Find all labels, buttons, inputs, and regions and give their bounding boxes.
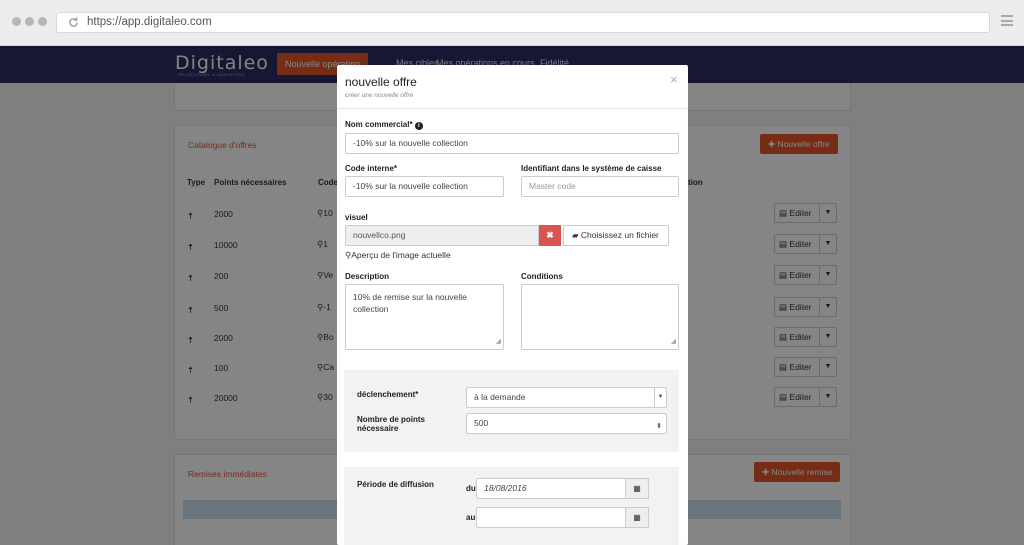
date-to-input[interactable] bbox=[476, 507, 626, 528]
points-label-line2: nécessaire bbox=[357, 424, 399, 433]
modal-title: nouvelle offre bbox=[345, 75, 417, 89]
choose-file-label: Choisissez un fichier bbox=[580, 230, 659, 240]
new-offer-modal: nouvelle offre créer une nouvelle offre … bbox=[337, 65, 688, 545]
description-text: 10% de remise sur la nouvelle collection bbox=[353, 292, 467, 314]
app-viewport: Digitaleo RELATIONNEL & MARKETING Nouvel… bbox=[0, 46, 1024, 545]
date-from-input[interactable]: 18/08/2016 bbox=[476, 478, 626, 499]
du-label: du bbox=[466, 484, 476, 493]
visuel-filename-input: nouvellco.png bbox=[345, 225, 539, 246]
conditions-label: Conditions bbox=[521, 272, 563, 281]
nom-commercial-input[interactable]: -10% sur la nouvelle collection bbox=[345, 133, 679, 154]
window-minimize-dot[interactable] bbox=[25, 17, 34, 26]
modal-subtitle: créer une nouvelle offre bbox=[345, 92, 414, 99]
periode-label: Période de diffusion bbox=[357, 480, 434, 489]
code-interne-label: Code interne* bbox=[345, 164, 398, 173]
menu-icon[interactable] bbox=[1001, 15, 1013, 27]
modal-divider bbox=[337, 108, 688, 109]
declenchement-label: déclenchement* bbox=[357, 390, 419, 399]
preview-image-label: Aperçu de l'image actuelle bbox=[351, 250, 451, 260]
identifiant-label: Identifiant dans le système de caisse bbox=[521, 164, 662, 173]
calendar-icon[interactable]: ▦ bbox=[626, 478, 649, 499]
reload-icon[interactable] bbox=[67, 16, 80, 29]
url-text: https://app.digitaleo.com bbox=[87, 16, 212, 28]
declenchement-select[interactable]: à la demande ▼ bbox=[466, 387, 667, 408]
trigger-section bbox=[344, 370, 679, 452]
au-label: au bbox=[466, 513, 476, 522]
conditions-textarea[interactable]: ◢ bbox=[521, 284, 679, 350]
preview-image-link[interactable]: ⚲Aperçu de l'image actuelle bbox=[345, 250, 451, 261]
window-close-dot[interactable] bbox=[12, 17, 21, 26]
points-input[interactable]: 500 ⬍ bbox=[466, 413, 667, 434]
browser-window: https://app.digitaleo.com Digitaleo RELA… bbox=[0, 0, 1024, 545]
browser-chrome: https://app.digitaleo.com bbox=[0, 0, 1024, 46]
choose-file-button[interactable]: ▰ Choisissez un fichier bbox=[563, 225, 669, 246]
spinner-icon[interactable]: ⬍ bbox=[656, 417, 662, 436]
remove-icon[interactable]: ✖ bbox=[539, 225, 561, 246]
visuel-label: visuel bbox=[345, 213, 368, 222]
address-bar[interactable]: https://app.digitaleo.com bbox=[56, 12, 990, 33]
calendar-icon[interactable]: ▦ bbox=[626, 507, 649, 528]
resize-grip-icon[interactable]: ◢ bbox=[671, 336, 676, 348]
points-label: Nombre de points nécessaire bbox=[357, 415, 425, 433]
info-icon[interactable]: i bbox=[414, 122, 423, 130]
folder-icon: ▰ bbox=[572, 230, 579, 240]
resize-grip-icon[interactable]: ◢ bbox=[496, 336, 501, 348]
identifiant-input[interactable]: Master code bbox=[521, 176, 679, 197]
points-label-line1: Nombre de points bbox=[357, 415, 426, 424]
nom-commercial-label-text: Nom commercial* bbox=[345, 120, 413, 129]
description-textarea[interactable]: 10% de remise sur la nouvelle collection… bbox=[345, 284, 504, 350]
declenchement-value: à la demande bbox=[474, 392, 526, 402]
close-icon[interactable]: × bbox=[670, 72, 678, 87]
description-label: Description bbox=[345, 272, 390, 281]
window-zoom-dot[interactable] bbox=[38, 17, 47, 26]
code-interne-input[interactable]: -10% sur la nouvelle collection bbox=[345, 176, 504, 197]
nom-commercial-label: Nom commercial* i bbox=[345, 120, 423, 130]
chevron-down-icon: ▼ bbox=[654, 388, 666, 407]
points-value: 500 bbox=[474, 418, 489, 428]
